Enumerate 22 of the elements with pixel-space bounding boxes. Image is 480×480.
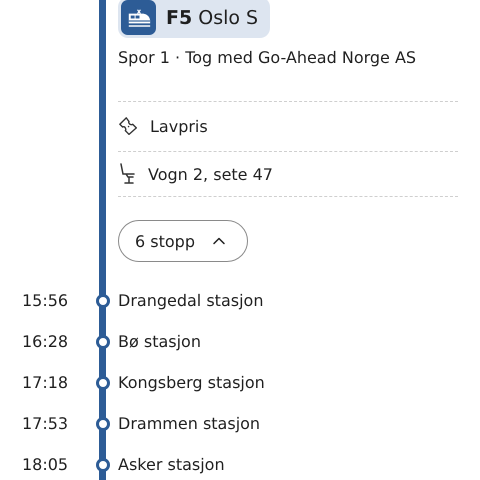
detail-text: Lavpris: [150, 117, 208, 136]
stop-time: 15:56: [21, 291, 70, 310]
detail-text: Vogn 2, sete 47: [148, 164, 273, 184]
stop-name: Bø stasjon: [117, 332, 201, 351]
stop-name: Kongsberg stasjon: [117, 373, 265, 392]
stop-dot: [96, 294, 110, 308]
ticket-icon: [118, 116, 140, 138]
stop-dot: [96, 416, 110, 430]
stop-dot: [96, 376, 110, 390]
stop-name: Drammen stasjon: [117, 414, 260, 433]
stop-time: 17:18: [21, 373, 70, 392]
stops-toggle-button[interactable]: 6 stopp: [118, 220, 248, 262]
stop-time: 17:53: [21, 414, 70, 433]
platform-info: Spor 1 · Tog med Go-Ahead Norge AS: [118, 48, 416, 67]
stop-name: Drangedal stasjon: [117, 291, 264, 310]
train-line-text: F5 Oslo S: [166, 6, 258, 28]
stop-dot: [96, 334, 110, 348]
stop-time: 16:28: [21, 332, 70, 351]
stop-dot: [96, 458, 110, 472]
stop-time: 18:05: [21, 455, 70, 474]
train-icon: [121, 0, 156, 35]
stop-name: Asker stasjon: [117, 455, 225, 474]
